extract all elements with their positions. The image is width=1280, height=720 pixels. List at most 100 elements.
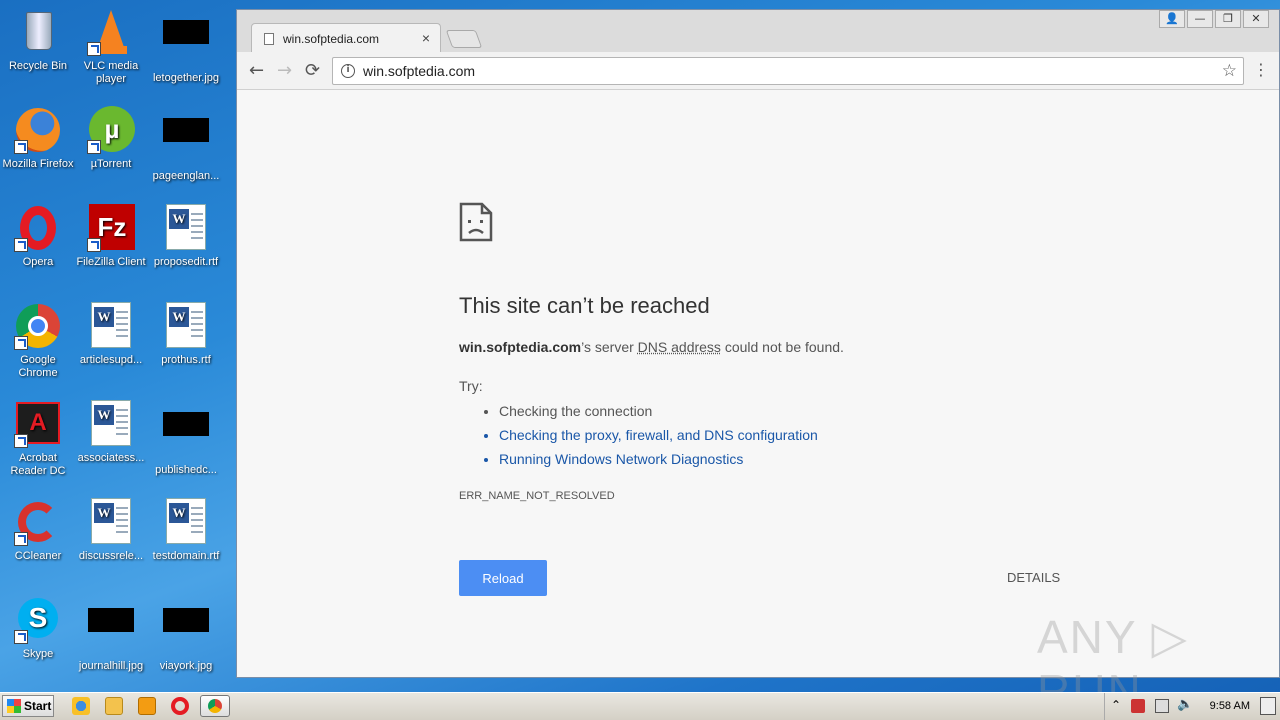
- address-bar[interactable]: i win.sofptedia.com ☆: [332, 57, 1244, 85]
- show-desktop-button[interactable]: [1260, 697, 1276, 715]
- error-msg-mid: ’s server: [581, 339, 638, 355]
- tab-close-icon[interactable]: ×: [422, 30, 430, 46]
- desktop-icon-utorrent[interactable]: µ µTorrent: [73, 106, 149, 171]
- shortcut-arrow-icon: [14, 532, 28, 546]
- desktop-icon-acrobat-reader[interactable]: A Acrobat Reader DC: [0, 400, 76, 478]
- image-thumbnail-icon: [87, 608, 135, 656]
- error-page: This site can’t be reached win.sofptedia…: [237, 90, 1279, 717]
- suggestions-list: Checking the connection Checking the pro…: [499, 401, 818, 473]
- new-tab-button[interactable]: [445, 30, 483, 48]
- word-document-icon: [162, 204, 210, 252]
- close-window-button[interactable]: ✕: [1243, 10, 1269, 28]
- desktop-icon-publishedc[interactable]: publishedc...: [148, 400, 224, 477]
- shortcut-arrow-icon: [14, 434, 28, 448]
- ccleaner-icon: [14, 498, 62, 546]
- opera-taskbar-icon[interactable]: [171, 697, 189, 715]
- shortcut-arrow-icon: [14, 630, 28, 644]
- try-label: Try:: [459, 378, 483, 394]
- system-tray: ⌃ 🔈 9:58 AM: [1104, 693, 1280, 720]
- desktop-icon-mozilla-firefox[interactable]: Mozilla Firefox: [0, 106, 76, 171]
- vlc-cone-icon: [87, 8, 135, 56]
- error-msg-end: could not be found.: [720, 339, 844, 355]
- chrome-taskbar-button[interactable]: [200, 695, 230, 717]
- word-document-icon: [87, 498, 135, 546]
- image-thumbnail-icon: [162, 608, 210, 656]
- desktop-icon-discussrele[interactable]: discussrele...: [73, 498, 149, 563]
- forward-arrow-icon[interactable]: →: [277, 60, 292, 81]
- file-explorer-icon[interactable]: [105, 697, 123, 715]
- image-thumbnail-icon: [162, 118, 210, 166]
- shortcut-arrow-icon: [14, 336, 28, 350]
- desktop-icon-testdomain[interactable]: testdomain.rtf: [148, 498, 224, 563]
- windows-flag-icon: [7, 699, 21, 713]
- action-center-icon[interactable]: [1131, 699, 1145, 713]
- tab-strip: win.sofptedia.com × 👤 — ❐ ✕: [237, 10, 1279, 53]
- error-title: This site can’t be reached: [459, 293, 710, 318]
- suggestion-diagnostics-link[interactable]: Running Windows Network Diagnostics: [499, 449, 818, 473]
- show-hidden-icons[interactable]: ⌃: [1111, 698, 1121, 712]
- opera-icon: [14, 204, 62, 252]
- suggestion-proxy-link[interactable]: Checking the proxy, firewall, and DNS co…: [499, 425, 818, 449]
- error-message: win.sofptedia.com’s server DNS address c…: [459, 339, 844, 355]
- image-thumbnail-icon: [162, 412, 210, 460]
- shortcut-arrow-icon: [14, 140, 28, 154]
- media-player-icon[interactable]: [138, 697, 156, 715]
- desktop-icon-prothus[interactable]: prothus.rtf: [148, 302, 224, 367]
- start-label: Start: [24, 699, 52, 713]
- page-icon: [264, 32, 274, 45]
- chrome-icon: [208, 699, 222, 713]
- desktop-icon-journalhill[interactable]: journalhill.jpg: [73, 596, 149, 673]
- chrome-window: win.sofptedia.com × 👤 — ❐ ✕ ← → ⟳ i win.…: [236, 9, 1280, 717]
- shortcut-arrow-icon: [87, 238, 101, 252]
- word-document-icon: [162, 302, 210, 350]
- sad-page-icon: [459, 202, 493, 242]
- chrome-icon: [14, 302, 62, 350]
- desktop-icon-skype[interactable]: S Skype: [0, 596, 76, 661]
- word-document-icon: [162, 498, 210, 546]
- menu-dots-icon[interactable]: ⋮: [1253, 60, 1269, 79]
- volume-icon[interactable]: 🔈: [1177, 697, 1193, 712]
- desktop-icon-pageenglan[interactable]: pageenglan...: [148, 106, 224, 183]
- details-button[interactable]: DETAILS: [1007, 570, 1060, 585]
- internet-explorer-icon[interactable]: [72, 697, 90, 715]
- image-thumbnail-icon: [162, 20, 210, 68]
- word-document-icon: [87, 302, 135, 350]
- restore-button[interactable]: ❐: [1215, 10, 1241, 28]
- address-url[interactable]: win.sofptedia.com: [363, 63, 475, 79]
- shortcut-arrow-icon: [87, 42, 101, 56]
- desktop-icon-ccleaner[interactable]: CCleaner: [0, 498, 76, 563]
- shortcut-arrow-icon: [87, 140, 101, 154]
- desktop-icon-recycle-bin[interactable]: Recycle Bin: [0, 8, 76, 73]
- desktop-icon-vlc[interactable]: VLC media player: [73, 8, 149, 86]
- error-host: win.sofptedia.com: [459, 339, 582, 355]
- reload-button[interactable]: Reload: [459, 560, 547, 596]
- filezilla-icon: Fz: [87, 204, 135, 252]
- shortcut-arrow-icon: [14, 238, 28, 252]
- user-profile-icon[interactable]: 👤: [1159, 10, 1185, 28]
- desktop-icon-letogether[interactable]: letogether.jpg: [148, 8, 224, 85]
- taskbar: Start ⌃ 🔈 9:58 AM: [0, 692, 1280, 720]
- desktop-icon-associatess[interactable]: associatess...: [73, 400, 149, 465]
- suggestion-check-connection: Checking the connection: [499, 401, 818, 425]
- desktop-icon-proposedit[interactable]: proposedit.rtf: [148, 204, 224, 269]
- back-arrow-icon[interactable]: ←: [249, 60, 264, 81]
- desktop: Recycle Bin Mozilla Firefox Opera Google…: [0, 0, 236, 692]
- error-code: ERR_NAME_NOT_RESOLVED: [459, 490, 615, 502]
- tab-active[interactable]: win.sofptedia.com ×: [251, 23, 441, 53]
- desktop-icon-opera[interactable]: Opera: [0, 204, 76, 269]
- acrobat-icon: A: [14, 400, 62, 448]
- window-controls: 👤 — ❐ ✕: [1157, 10, 1269, 28]
- desktop-icon-filezilla[interactable]: Fz FileZilla Client: [73, 204, 149, 269]
- desktop-icon-viayork[interactable]: viayork.jpg: [148, 596, 224, 673]
- dns-address-term: DNS address: [637, 339, 721, 355]
- reload-icon[interactable]: ⟳: [305, 60, 320, 81]
- minimize-button[interactable]: —: [1187, 10, 1213, 28]
- desktop-icon-articlesupd[interactable]: articlesupd...: [73, 302, 149, 367]
- browser-toolbar: ← → ⟳ i win.sofptedia.com ☆ ⋮: [237, 52, 1279, 90]
- desktop-icon-google-chrome[interactable]: Google Chrome: [0, 302, 76, 380]
- network-icon[interactable]: [1155, 699, 1169, 713]
- start-button[interactable]: Start: [2, 695, 54, 717]
- bookmark-star-icon[interactable]: ☆: [1222, 61, 1237, 81]
- site-info-icon[interactable]: i: [341, 64, 355, 78]
- clock[interactable]: 9:58 AM: [1210, 700, 1250, 712]
